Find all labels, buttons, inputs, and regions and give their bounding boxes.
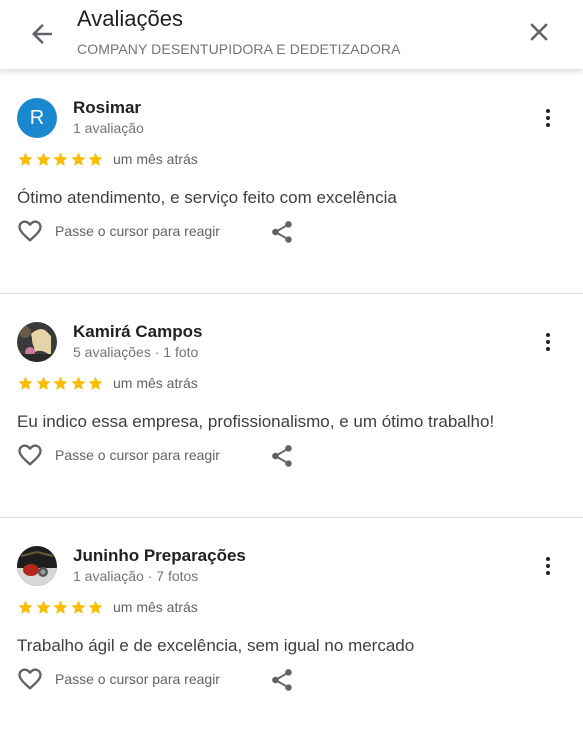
star-icon (35, 600, 51, 614)
star-rating (17, 375, 105, 393)
react-label: Passe o cursor para reagir (55, 223, 220, 239)
review-text: Eu indico essa empresa, profissionalismo… (17, 412, 495, 431)
star-icon (53, 600, 68, 614)
star-icon (70, 152, 86, 166)
reviewer-meta: 1 avaliação · 7 fotos (73, 568, 199, 584)
star-rating (17, 599, 105, 617)
star-icon (88, 600, 103, 614)
review-text: Trabalho ágil e de excelência, sem igual… (17, 636, 415, 655)
close-icon (530, 23, 548, 41)
share-icon (272, 669, 292, 691)
close-button[interactable] (524, 17, 554, 47)
review-card: R Rosimar 1 avaliação um mês atrás Ótimo… (0, 70, 583, 294)
star-icon (35, 376, 51, 390)
star-icon (18, 600, 33, 614)
profile-photo (17, 546, 57, 586)
share-button[interactable] (269, 219, 295, 245)
react-button[interactable]: Passe o cursor para reagir (16, 665, 220, 693)
reviewer-name[interactable]: Kamirá Campos (73, 322, 202, 342)
arrow-back-icon (32, 24, 52, 44)
more-vert-icon (546, 109, 550, 127)
avatar[interactable] (17, 322, 57, 362)
page-title: Avaliações (77, 6, 183, 31)
share-icon (272, 221, 292, 243)
react-button[interactable]: Passe o cursor para reagir (16, 217, 220, 245)
heart-outline-icon (18, 444, 42, 466)
avatar[interactable] (17, 546, 57, 586)
star-icon (70, 376, 86, 390)
more-vert-icon (546, 557, 550, 575)
review-time: um mês atrás (113, 599, 198, 615)
react-label: Passe o cursor para reagir (55, 447, 220, 463)
share-icon (272, 445, 292, 467)
share-button[interactable] (269, 443, 295, 469)
avatar[interactable]: R (17, 98, 57, 138)
reviewer-name[interactable]: Rosimar (73, 98, 141, 118)
heart-outline-icon (18, 668, 42, 690)
heart-outline-icon (18, 220, 42, 242)
review-card: Juninho Preparações 1 avaliação · 7 foto… (0, 518, 583, 742)
review-time: um mês atrás (113, 375, 198, 391)
profile-photo (17, 322, 57, 362)
review-time: um mês atrás (113, 151, 198, 167)
share-button[interactable] (269, 667, 295, 693)
back-button[interactable] (27, 19, 57, 49)
star-rating (17, 151, 105, 169)
react-label: Passe o cursor para reagir (55, 671, 220, 687)
react-button[interactable]: Passe o cursor para reagir (16, 441, 220, 469)
review-text: Ótimo atendimento, e serviço feito com e… (17, 188, 397, 207)
reviewer-name[interactable]: Juninho Preparações (73, 546, 246, 566)
more-options-button[interactable] (536, 330, 560, 354)
star-icon (53, 152, 68, 166)
reviews-header: Avaliações COMPANY DESENTUPIDORA E DEDET… (0, 0, 583, 70)
star-icon (70, 600, 86, 614)
star-icon (53, 376, 68, 390)
star-icon (35, 152, 51, 166)
reviewer-meta: 1 avaliação (73, 120, 144, 136)
star-icon (18, 376, 33, 390)
more-options-button[interactable] (536, 106, 560, 130)
business-name: COMPANY DESENTUPIDORA E DEDETIZADORA (77, 41, 401, 57)
star-icon (88, 152, 103, 166)
star-icon (88, 376, 103, 390)
more-vert-icon (546, 333, 550, 351)
avatar-letter: R (29, 106, 45, 129)
more-options-button[interactable] (536, 554, 560, 578)
star-icon (18, 152, 33, 166)
reviewer-meta: 5 avaliações · 1 foto (73, 344, 199, 360)
review-card: Kamirá Campos 5 avaliações · 1 foto um m… (0, 294, 583, 518)
